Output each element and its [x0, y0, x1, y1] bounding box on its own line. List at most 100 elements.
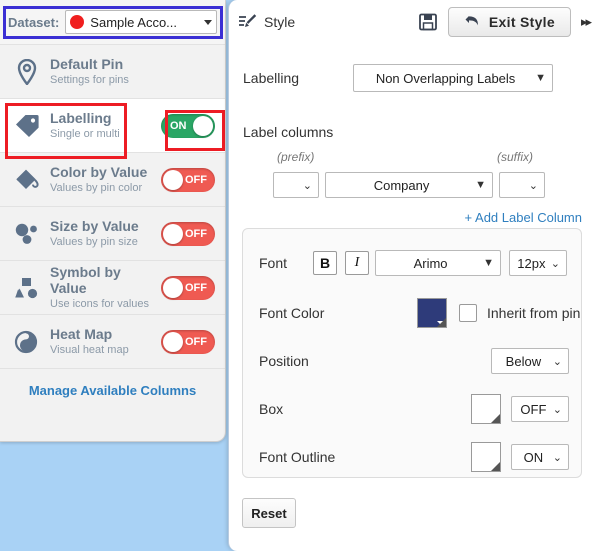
toggle-state-label: OFF	[185, 281, 207, 294]
inherit-from-pin-checkbox[interactable]	[459, 304, 477, 322]
font-label: Font	[259, 255, 288, 271]
labelling-mode-value: Non Overlapping Labels	[375, 70, 516, 86]
chevron-down-icon: ⌄	[552, 451, 562, 464]
box-color-swatch[interactable]	[471, 394, 501, 424]
chevron-down-icon: ▼	[535, 72, 546, 84]
font-color-row: Font Color Inherit from pin	[243, 289, 581, 337]
font-color-swatch[interactable]	[417, 298, 447, 328]
sidebar-item-subtitle: Values by pin size	[50, 236, 138, 248]
sidebar-item-text: Symbol by Value Use icons for values	[46, 264, 161, 311]
tag-icon	[8, 114, 46, 138]
app-root: Dataset: Sample Acco... Default Pin Sett…	[0, 0, 600, 551]
labelling-mode-select[interactable]: Non Overlapping Labels ▼	[353, 64, 553, 92]
toggle-knob	[193, 115, 213, 136]
font-settings-card: Font B I Arimo ▼ 12px ⌄ Font Color Inher…	[242, 228, 582, 478]
sidebar-item-color-by-value[interactable]: Color by Value Values by pin color OFF	[0, 152, 225, 206]
manage-available-columns-row[interactable]: Manage Available Columns	[0, 368, 225, 412]
sidebar-item-subtitle: Settings for pins	[50, 74, 129, 86]
add-label-column-link[interactable]: + Add Label Column	[465, 209, 582, 227]
map-pin-icon	[8, 58, 46, 85]
manage-available-columns-link[interactable]: Manage Available Columns	[29, 383, 196, 398]
chevron-down-icon: ⌄	[550, 257, 560, 270]
italic-button[interactable]: I	[345, 251, 369, 275]
font-size-select[interactable]: 12px ⌄	[509, 250, 567, 276]
chevron-down-icon	[204, 19, 212, 25]
sidebar-item-title: Size by Value	[50, 218, 139, 234]
sidebar-item-subtitle: Values by pin color	[50, 182, 143, 194]
box-toggle-select[interactable]: OFF ⌄	[511, 396, 569, 422]
sidebar-item-subtitle: Use icons for values	[50, 298, 150, 310]
column-select[interactable]: Company ▼	[325, 172, 493, 198]
suffix-hint: (suffix)	[497, 150, 533, 164]
chevron-down-icon: ⌄	[528, 179, 538, 192]
chevron-down-icon	[437, 321, 445, 325]
font-outline-toggle-select[interactable]: ON ⌄	[511, 444, 569, 470]
paint-brush-icon	[237, 12, 257, 32]
toggle-knob	[163, 223, 183, 244]
labelling-toggle[interactable]: ON	[161, 113, 215, 138]
sidebar-item-size-by-value[interactable]: Size by Value Values by pin size OFF	[0, 206, 225, 260]
sidebar-item-default-pin[interactable]: Default Pin Settings for pins	[0, 44, 225, 98]
reset-button[interactable]: Reset	[242, 498, 296, 528]
panel-header: Style Exit Style ▸▸	[229, 0, 600, 44]
sidebar-item-text: Default Pin Settings for pins	[46, 56, 215, 87]
chevron-down-icon	[491, 465, 499, 469]
dataset-bar: Dataset: Sample Acco...	[0, 0, 225, 44]
exit-style-button[interactable]: Exit Style	[447, 7, 571, 37]
prefix-hint: (prefix)	[277, 150, 315, 164]
chevron-down-icon: ▼	[475, 179, 486, 191]
chevron-down-icon	[491, 417, 499, 421]
add-label-column-label: + Add Label Column	[464, 210, 582, 225]
sidebar-item-symbol-by-value[interactable]: Symbol by Value Use icons for values OFF	[0, 260, 225, 314]
toggle-state-label: OFF	[185, 335, 207, 348]
sidebar-item-heat-map[interactable]: Heat Map Visual heat map OFF	[0, 314, 225, 368]
toggle-state-label: ON	[170, 119, 187, 132]
color-by-value-toggle[interactable]: OFF	[161, 167, 215, 192]
position-select[interactable]: Below ⌄	[491, 348, 569, 374]
sidebar-item-text: Size by Value Values by pin size	[46, 218, 161, 249]
size-by-value-toggle[interactable]: OFF	[161, 221, 215, 246]
font-color-label: Font Color	[259, 305, 325, 321]
labelling-mode-label: Labelling	[243, 70, 300, 86]
heat-map-icon	[8, 330, 46, 354]
label-columns-label: Label columns	[243, 124, 334, 140]
dataset-select[interactable]: Sample Acco...	[65, 10, 217, 34]
font-family-value: Arimo	[413, 255, 448, 271]
undo-arrow-icon	[464, 13, 482, 32]
chevron-down-icon: ⌄	[552, 403, 562, 416]
chevron-down-icon: ⌄	[552, 355, 562, 368]
font-outline-row: Font Outline ON ⌄	[243, 433, 581, 481]
inherit-from-pin-label: Inherit from pin	[487, 305, 581, 321]
chevron-down-icon: ▼	[483, 257, 494, 269]
sidebar-item-title: Default Pin	[50, 56, 124, 72]
font-outline-value: ON	[523, 449, 544, 465]
label-columns-heading: Label columns	[243, 124, 333, 142]
box-row: Box OFF ⌄	[243, 385, 581, 433]
toggle-knob	[163, 331, 183, 352]
sidebar-item-text: Heat Map Visual heat map	[46, 326, 161, 357]
sidebar-item-text: Color by Value Values by pin color	[46, 164, 161, 195]
heat-map-toggle[interactable]: OFF	[161, 329, 215, 354]
size-circles-icon	[8, 222, 46, 246]
toggle-knob	[163, 169, 183, 190]
sidebar-item-labelling[interactable]: Labelling Single or multi ON	[0, 98, 225, 152]
font-outline-label: Font Outline	[259, 449, 336, 465]
sidebar-item-title: Labelling	[50, 110, 112, 126]
column-value: Company	[373, 177, 430, 193]
prefix-select[interactable]: ⌄	[273, 172, 319, 198]
save-floppy-icon[interactable]	[418, 12, 438, 32]
suffix-select[interactable]: ⌄	[499, 172, 545, 198]
labelling-mode-row: Labelling Non Overlapping Labels ▼	[229, 64, 600, 92]
font-family-select[interactable]: Arimo ▼	[375, 250, 501, 276]
symbol-by-value-toggle[interactable]: OFF	[161, 275, 215, 300]
sidebar-item-subtitle: Single or multi	[50, 128, 120, 140]
position-value: Below	[505, 353, 542, 369]
double-chevron-right-icon[interactable]: ▸▸	[581, 14, 592, 30]
font-outline-color-swatch[interactable]	[471, 442, 501, 472]
exit-style-label: Exit Style	[488, 14, 555, 30]
sidebar-item-text: Labelling Single or multi	[46, 110, 161, 141]
panel-title: Style	[264, 14, 296, 30]
box-value: OFF	[520, 401, 547, 417]
bold-button[interactable]: B	[313, 251, 337, 275]
symbol-shapes-icon	[8, 276, 46, 300]
